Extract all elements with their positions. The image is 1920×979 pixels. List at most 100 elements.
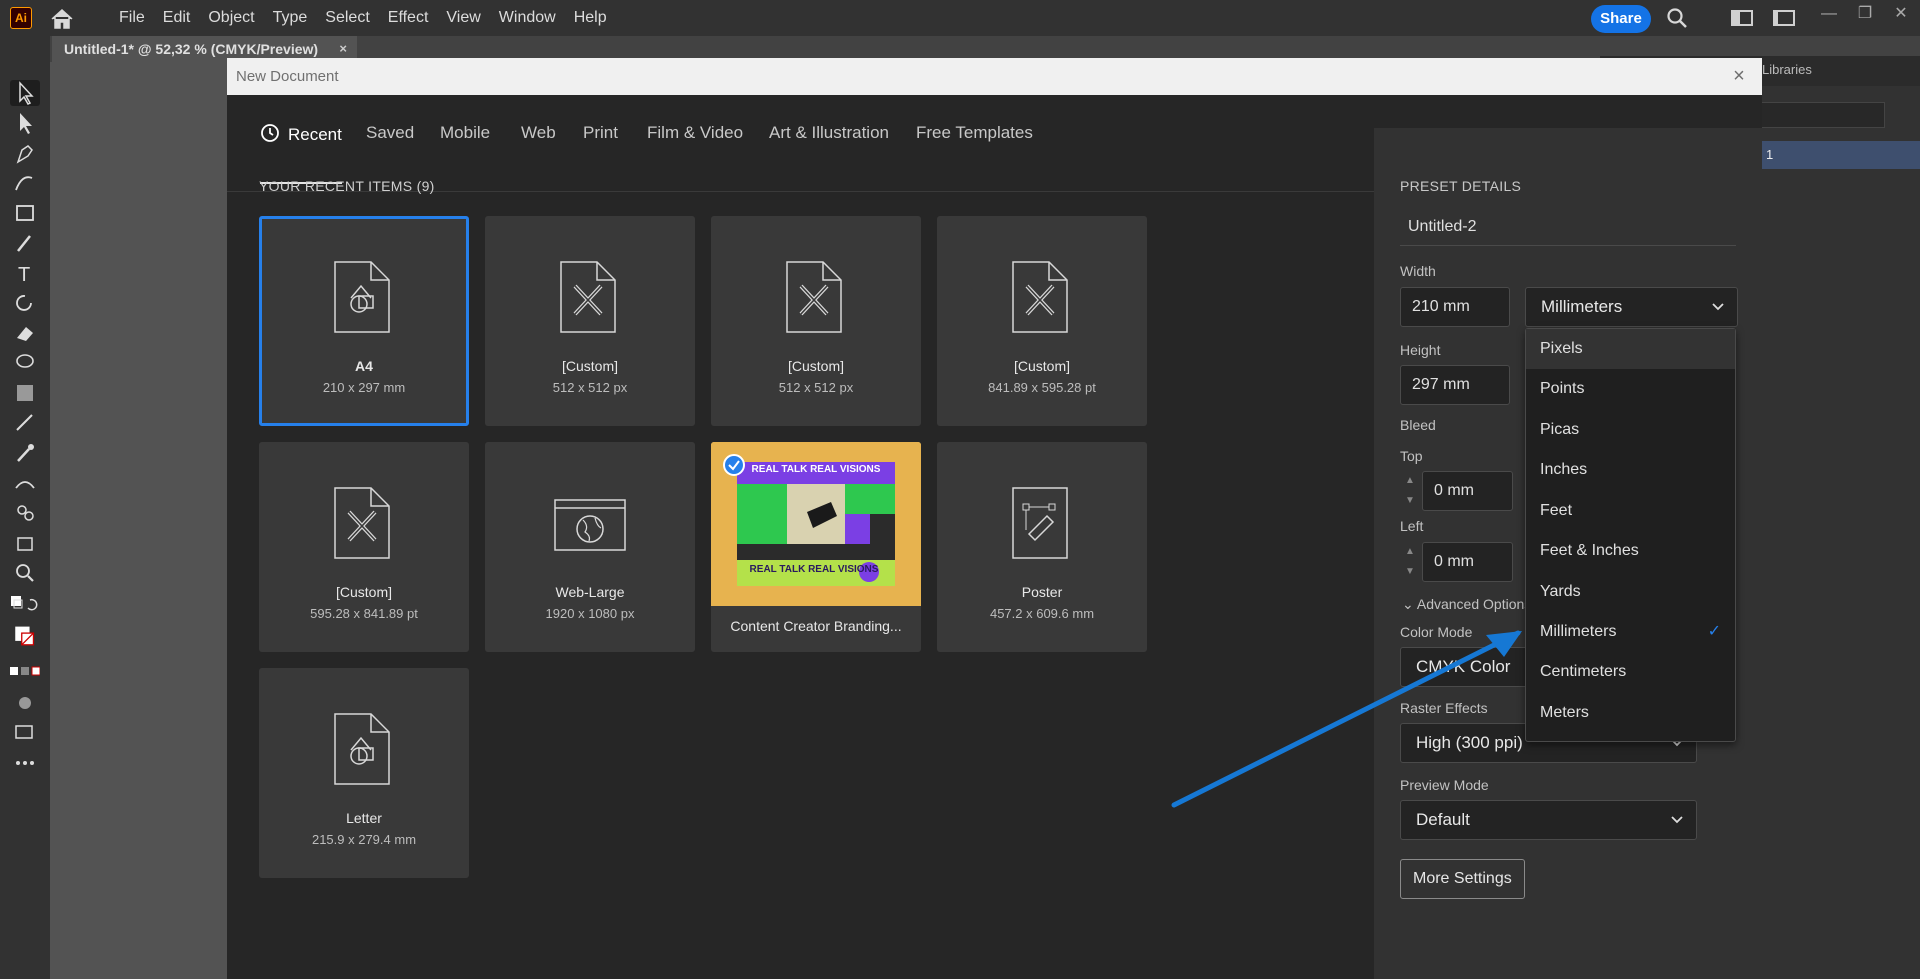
menu-edit[interactable]: Edit xyxy=(154,0,200,36)
preset-tile-custom-3[interactable]: [Custom] 841.89 x 595.28 pt xyxy=(937,216,1147,426)
mesh-tool-icon[interactable] xyxy=(10,410,40,436)
share-button[interactable]: Share xyxy=(1591,5,1651,33)
main-menu: File Edit Object Type Select Effect View… xyxy=(110,0,616,36)
tile-name: Content Creator Branding... xyxy=(730,618,902,634)
eyedropper-tool-icon[interactable] xyxy=(10,440,40,466)
fill-stroke-icon[interactable] xyxy=(10,624,40,650)
preset-tile-custom-1[interactable]: [Custom] 512 x 512 px xyxy=(485,216,695,426)
tab-saved[interactable]: Saved xyxy=(366,123,414,155)
search-icon[interactable] xyxy=(1666,8,1688,28)
draw-mode-icon[interactable] xyxy=(10,690,40,716)
tab-recent[interactable]: Recent xyxy=(260,123,342,184)
units-option-feet[interactable]: Feet xyxy=(1526,491,1735,531)
raster-effects-value: High (300 ppi) xyxy=(1416,733,1523,752)
units-option-pixels[interactable]: Pixels xyxy=(1526,329,1735,369)
preset-tile-content-creator-template[interactable]: REAL TALK REAL VISIONS REAL TALK REAL VI… xyxy=(711,442,921,652)
tab-art-illustration[interactable]: Art & Illustration xyxy=(769,123,889,155)
libraries-search-field[interactable] xyxy=(1760,102,1885,128)
preset-tile-poster[interactable]: Poster 457.2 x 609.6 mm xyxy=(937,442,1147,652)
bleed-top-input[interactable]: 0 mm xyxy=(1422,471,1513,511)
rectangle-tool-icon[interactable] xyxy=(10,200,40,226)
more-tools-icon[interactable] xyxy=(10,750,40,776)
recent-count: (9) xyxy=(416,178,435,194)
units-option-picas[interactable]: Picas xyxy=(1526,410,1735,450)
menu-help[interactable]: Help xyxy=(565,0,616,36)
units-option-points[interactable]: Points xyxy=(1526,369,1735,409)
libraries-tab[interactable]: Libraries xyxy=(1762,62,1812,77)
preset-tile-a4[interactable]: A4 210 x 297 mm xyxy=(259,216,469,426)
menu-view[interactable]: View xyxy=(437,0,489,36)
units-option-centimeters[interactable]: Centimeters xyxy=(1526,652,1735,692)
pen-tool-icon[interactable] xyxy=(10,140,40,166)
preset-tile-web-large[interactable]: Web-Large 1920 x 1080 px xyxy=(485,442,695,652)
gradient-tool-icon[interactable] xyxy=(10,380,40,406)
units-option-yards[interactable]: Yards xyxy=(1526,572,1735,612)
menu-select[interactable]: Select xyxy=(316,0,378,36)
preset-tile-letter[interactable]: Letter 215.9 x 279.4 mm xyxy=(259,668,469,878)
bleed-label: Bleed xyxy=(1400,417,1436,433)
tile-name: [Custom] xyxy=(561,358,618,374)
units-option-meters[interactable]: Meters xyxy=(1526,693,1735,733)
menu-object[interactable]: Object xyxy=(199,0,263,36)
layer-row[interactable]: 1 xyxy=(1760,141,1920,169)
tile-size: 595.28 x 841.89 pt xyxy=(310,606,418,621)
rotate-tool-icon[interactable] xyxy=(10,290,40,316)
tile-size: 512 x 512 px xyxy=(552,380,628,395)
swap-fill-stroke-icon[interactable] xyxy=(10,592,40,618)
type-tool-icon[interactable]: T xyxy=(10,260,40,286)
height-input[interactable]: 297 mm xyxy=(1400,365,1510,405)
tile-size: 215.9 x 279.4 mm xyxy=(311,832,417,847)
arrange-documents-icon[interactable] xyxy=(1773,8,1795,28)
dialog-title-bar: New Document × xyxy=(227,58,1762,95)
restore-icon[interactable]: ❐ xyxy=(1855,4,1875,24)
menu-window[interactable]: Window xyxy=(490,0,565,36)
more-settings-button[interactable]: More Settings xyxy=(1400,859,1525,899)
tab-mobile[interactable]: Mobile xyxy=(440,123,490,155)
zoom-tool-icon[interactable] xyxy=(10,560,40,586)
preset-tile-custom-2[interactable]: [Custom] 512 x 512 px xyxy=(711,216,921,426)
dialog-close-icon[interactable]: × xyxy=(1728,65,1750,87)
checkmark-icon: ✓ xyxy=(1707,623,1721,640)
units-option-millimeters-label: Millimeters xyxy=(1540,623,1617,640)
tab-web[interactable]: Web xyxy=(521,123,556,155)
artboard-tool-icon[interactable] xyxy=(10,530,40,556)
units-option-millimeters[interactable]: Millimeters ✓ xyxy=(1526,612,1735,652)
close-window-icon[interactable]: ✕ xyxy=(1891,4,1911,24)
shapes-doc-icon xyxy=(334,713,390,785)
units-option-feet-inches[interactable]: Feet & Inches xyxy=(1526,531,1735,571)
paintbrush-tool-icon[interactable] xyxy=(10,230,40,256)
blend-tool-icon[interactable] xyxy=(10,470,40,496)
tab-print[interactable]: Print xyxy=(583,123,618,155)
preset-tile-custom-4[interactable]: [Custom] 595.28 x 841.89 pt xyxy=(259,442,469,652)
tab-recent-label: Recent xyxy=(288,125,342,144)
tab-film-video[interactable]: Film & Video xyxy=(647,123,743,155)
direct-selection-tool-icon[interactable] xyxy=(10,110,40,136)
tab-free-templates[interactable]: Free Templates xyxy=(916,123,1033,155)
advanced-options-toggle[interactable]: ⌄ Advanced Options xyxy=(1402,596,1532,613)
menu-file[interactable]: File xyxy=(110,0,154,36)
minimize-icon[interactable]: — xyxy=(1819,4,1839,24)
width-input[interactable]: 210 mm xyxy=(1400,287,1510,327)
units-select-value: Millimeters xyxy=(1541,297,1623,316)
color-mode-icons[interactable] xyxy=(10,660,41,686)
preview-mode-select[interactable]: Default xyxy=(1400,800,1697,840)
menu-effect[interactable]: Effect xyxy=(379,0,438,36)
tile-size: 512 x 512 px xyxy=(778,380,854,395)
document-name-input[interactable]: Untitled-2 xyxy=(1400,208,1736,246)
recent-items-heading: YOUR RECENT ITEMS (9) xyxy=(259,178,435,194)
menu-type[interactable]: Type xyxy=(264,0,317,36)
eraser-tool-icon[interactable] xyxy=(10,320,40,346)
units-select[interactable]: Millimeters xyxy=(1525,287,1738,327)
pencil-ruler-doc-icon xyxy=(334,487,390,559)
home-icon[interactable] xyxy=(50,8,74,30)
bleed-left-input[interactable]: 0 mm xyxy=(1422,542,1513,582)
lasso-tool-icon[interactable] xyxy=(10,350,40,376)
screen-mode-icon[interactable] xyxy=(10,720,40,746)
units-option-inches[interactable]: Inches xyxy=(1526,450,1735,490)
bleed-top-stepper[interactable]: ▲ ▼ xyxy=(1400,471,1420,511)
workspace-icon[interactable] xyxy=(1731,8,1753,28)
curvature-tool-icon[interactable] xyxy=(10,170,40,196)
symbol-sprayer-tool-icon[interactable] xyxy=(10,500,40,526)
bleed-left-stepper[interactable]: ▲ ▼ xyxy=(1400,542,1420,582)
selection-tool-icon[interactable] xyxy=(10,80,40,106)
